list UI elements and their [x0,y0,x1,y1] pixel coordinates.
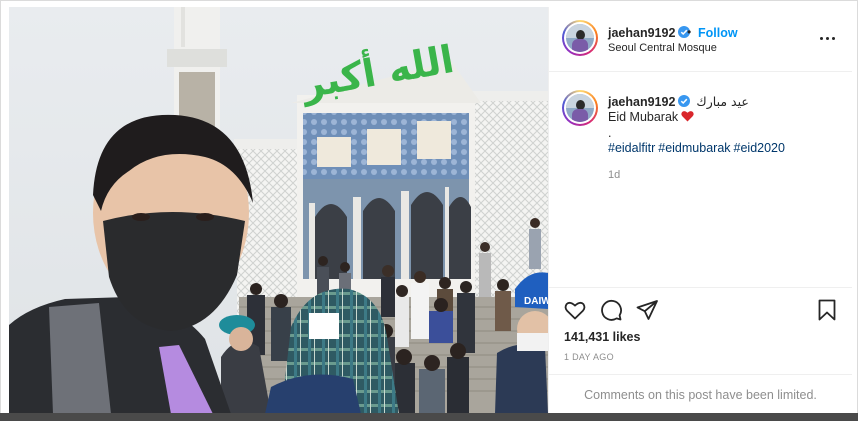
caption-avatar-image [566,94,594,122]
avatar[interactable] [562,20,598,56]
bookmark-icon[interactable] [815,298,839,322]
caption-eid-mubarak: Eid Mubarak [608,110,679,124]
post-photo[interactable]: الله أكبر DAIW [9,7,548,414]
likes-count[interactable]: 141,431 likes [564,330,640,344]
post-photo-illustration: الله أكبر DAIW [9,7,548,414]
cap-logo-text: DAIWA [524,296,548,307]
hashtag-link[interactable]: #eid2020 [734,141,785,155]
caption-time[interactable]: 1d [608,169,620,181]
caption-text-line: Eid Mubarak [608,110,694,124]
caption-hashtags: #eidalfitr #eidmubarak #eid2020 [608,141,788,155]
caption-username[interactable]: jaehan9192 [608,95,675,109]
background-strip [0,413,858,421]
heart-icon[interactable] [563,298,587,322]
post-actions: 141,431 likes 1 DAY AGO Comments on this… [549,287,852,414]
post-username[interactable]: jaehan9192 [608,26,691,40]
hashtag-link[interactable]: #eidalfitr [608,141,655,155]
hashtag-link[interactable]: #eidmubarak [658,141,730,155]
header-separator: • [687,25,692,39]
avatar-image [566,24,594,52]
caption-arabic-text: عيد مبارك [696,94,749,109]
verified-badge-icon [678,95,691,107]
comment-icon[interactable] [599,298,623,322]
follow-button[interactable]: Follow [698,26,738,40]
comments-limited-notice: Comments on this post have been limited. [549,374,852,415]
caption-dot-line: . [608,126,612,140]
post-side-panel: jaehan9192 • Follow Seoul Central Mosque… [548,7,852,414]
post-caption: jaehan9192 عيد مبارك Eid Mubarak . #eidal… [549,73,852,287]
caption-avatar[interactable] [562,90,598,126]
paper-plane-icon[interactable] [635,298,659,322]
post-header: jaehan9192 • Follow Seoul Central Mosque [549,7,852,72]
post-timestamp[interactable]: 1 DAY AGO [564,352,614,362]
post-location[interactable]: Seoul Central Mosque [608,42,717,54]
more-options-icon[interactable] [817,31,839,47]
caption-first-line: jaehan9192 عيد مبارك [608,94,749,109]
instagram-post-modal: الله أكبر DAIW jaehan9192 • Follow Seoul… [0,0,858,421]
red-heart-emoji [681,111,694,122]
